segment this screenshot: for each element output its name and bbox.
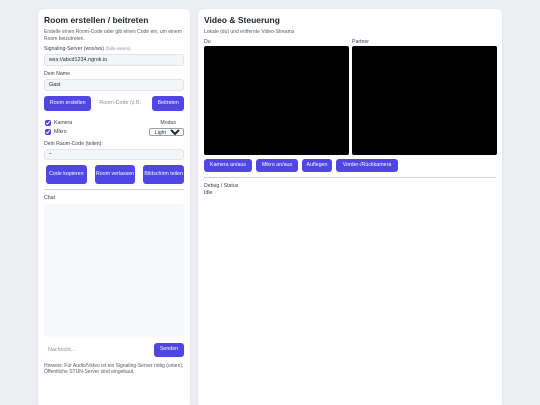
video-panel: Video & Steuerung Lokale (du) und entfer… — [198, 9, 502, 405]
video-panel-subtitle: Lokale (du) und entfernte Video-Streams — [204, 29, 295, 35]
mode-label: Modus — [160, 119, 176, 126]
debug-label: Debug / Status — [204, 182, 239, 189]
divider — [204, 176, 496, 178]
room-actions: Code kopieren Room verlassen Bildschirm … — [44, 164, 185, 184]
mode-select[interactable]: Light — [149, 127, 184, 136]
camera-toggle-button[interactable]: Kamera an/aus — [204, 158, 252, 172]
name-label: Dein Name — [44, 70, 70, 77]
join-row: Room erstellen Beitreten — [44, 95, 184, 111]
mic-option: Mikro — [44, 128, 67, 135]
remote-video-label: Partner — [352, 38, 370, 45]
options-row: Kamera Modus — [44, 119, 184, 126]
share-screen-button[interactable]: Bildschirm teilen — [143, 164, 185, 184]
room-panel: Room erstellen / beitreten Erstelle eine… — [38, 9, 190, 405]
remote-video-block: Partner — [352, 39, 497, 155]
copy-code-button[interactable]: Code kopieren — [46, 164, 87, 184]
call-controls: Kamera an/aus Mikro an/aus Auflegen Vord… — [204, 158, 496, 172]
your-code-label: Dein Raum-Code (teilen): — [44, 140, 103, 147]
camera-option: Kamera — [44, 119, 73, 126]
mic-checkbox[interactable] — [45, 128, 51, 135]
name-input[interactable] — [44, 78, 184, 91]
create-room-button[interactable]: Room erstellen — [44, 95, 92, 111]
remote-video — [352, 45, 497, 155]
local-video — [204, 45, 349, 155]
mic-toggle-button[interactable]: Mikro an/aus — [256, 158, 298, 172]
hint-note: Hinweis: Für Audio/Video ist ein Signali… — [44, 362, 184, 376]
join-button[interactable]: Beitreten — [152, 95, 184, 111]
signaling-label: Signaling-Server (wss/ws) (falls extern) — [44, 46, 184, 52]
divider — [44, 188, 184, 190]
local-video-label: Du — [204, 38, 211, 45]
hangup-button[interactable]: Auflegen — [302, 158, 332, 172]
options-row-2: Mikro Light — [44, 127, 184, 136]
chat-label: Chat — [44, 194, 55, 201]
signaling-hint: (falls extern) — [105, 45, 131, 51]
flip-camera-button[interactable]: Vorder-/Rückkamera — [336, 158, 398, 172]
video-row: Du Partner — [204, 39, 497, 155]
signaling-server-input[interactable] — [44, 53, 184, 66]
camera-label: Kamera — [54, 119, 73, 126]
message-input[interactable] — [44, 342, 149, 357]
signaling-label-text: Signaling-Server (wss/ws) — [44, 45, 104, 52]
mic-label: Mikro — [54, 128, 67, 135]
send-button[interactable]: Senden — [154, 342, 184, 357]
debug-status: Idle — [204, 189, 213, 196]
chat-log[interactable] — [44, 203, 184, 337]
room-code-input[interactable] — [95, 95, 149, 111]
local-video-block: Du — [204, 39, 349, 155]
camera-checkbox[interactable] — [45, 119, 51, 126]
leave-room-button[interactable]: Room verlassen — [94, 164, 136, 184]
room-panel-intro: Erstelle einen Room-Code oder gib einen … — [44, 29, 182, 42]
chat-input-row: Senden — [44, 342, 184, 357]
room-panel-title: Room erstellen / beitreten — [44, 15, 149, 25]
video-panel-title: Video & Steuerung — [204, 15, 280, 25]
room-code-display: – — [44, 148, 184, 160]
